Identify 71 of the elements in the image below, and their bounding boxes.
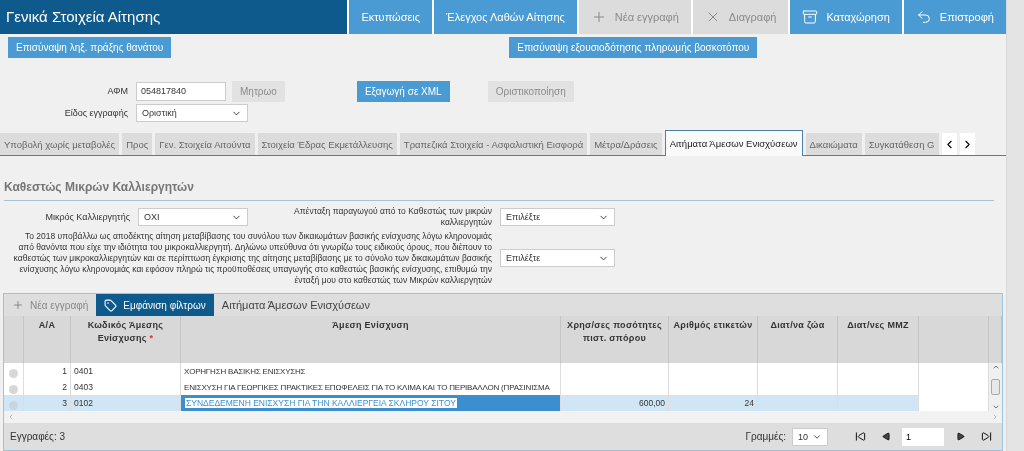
grid-title: Αιτήματα Άμεσων Ενισχύσεων xyxy=(220,299,370,311)
table-cell: ΣΥΝΔΕΔΕΜΕΝΗ ΕΝΙΣΧΥΣΗ ΓΙΑ ΤΗΝ ΚΑΛΛΙΕΡΓΕΙΑ ΣΚΛΗΡΟΥ ΣΙΤΟΥ xyxy=(181,395,561,411)
archive-box-icon xyxy=(802,9,819,25)
table-cell: 0403 xyxy=(71,379,181,395)
page-size-select[interactable]: 10 xyxy=(792,427,828,446)
tab[interactable]: Συγκατάθεση G xyxy=(864,133,939,155)
tab[interactable]: Τραπεζικά Στοιχεία - Ασφαλιστική Εισφορά xyxy=(399,133,588,155)
toolbar-button[interactable]: Εκτυπώσεις xyxy=(347,0,433,34)
afm-field[interactable]: 054817840 xyxy=(136,81,226,101)
tab[interactable]: Μέτρα/Δράσεις xyxy=(590,133,662,155)
column-header: Διατ/να ζώα xyxy=(758,316,838,363)
table-cell xyxy=(919,395,989,411)
page-scrollbar[interactable] xyxy=(1006,0,1024,451)
page-field[interactable]: 1 xyxy=(902,427,944,446)
triangle-left-icon xyxy=(881,432,891,441)
small-farmer-select[interactable]: ΟΧΙ xyxy=(138,208,248,226)
show-filters-button[interactable]: Εμφάνιση φίλτρων xyxy=(96,294,214,316)
return-arrow-icon xyxy=(915,9,932,25)
tab[interactable]: Στοιχεία Έδρας Εκμετάλλευσης xyxy=(257,133,397,155)
chevron-left-icon xyxy=(7,413,15,421)
tab[interactable]: Προς xyxy=(122,133,153,155)
column-header: Α/Α xyxy=(24,316,71,363)
column-header: Χρησ/σες ποσότητες πιστ. σπόρου xyxy=(561,316,669,363)
table-cell: 24 xyxy=(669,395,758,411)
declaration-text: Το 2018 υποβάλλω ως αποδέκτης αίτηση μεταβίβασης του συνόλου των δικαιωμάτων βασικής ενίσχυσης λόγω κληρονομιάς από θανόντα που είχε την ιδιότητα του μικροκαλλιεργητή. Δηλώνω υπεύθυνα ότι γνωρίζω τους ειδικούς όρους, που διέπουν το καθεστώς των μικροκαλλιεργητών και σε περίπτωση έγκρισης της αίτησης μεταβίβασης με το σύνολο των δικαιωμάτων βασικής ενίσχυσης λόγω κληρονομιάς και εφόσον πληρώ τις προϋποθέσεις υπαγωγής στο καθεστώς βασικής ενίσχυσης, επιθυμώ την ένταξή μου στο καθεστώς των Μικρών καλλιεργητών xyxy=(12,230,493,286)
field-label: Απένταξη παραγωγού από το Καθεστώς των μικρών καλλιεργητών xyxy=(293,206,493,228)
field-label: Είδος εγγραφής xyxy=(63,108,129,118)
attach-button[interactable]: Επισύναψη εξουσιοδότησης πληρωμής βοσκοτόπου xyxy=(509,36,758,58)
tab[interactable]: Γεν. Στοιχεία Αιτούντα xyxy=(155,133,255,155)
tab[interactable]: Υποβολή χωρίς μεταβολές xyxy=(0,133,120,155)
export-xml-button[interactable]: Εξαγωγή σε XML xyxy=(356,80,450,102)
table-cell xyxy=(919,363,989,379)
table-cell: 1 xyxy=(24,363,71,379)
page-title: Γενικά Στοιχεία Αίτησης xyxy=(5,7,162,27)
first-page-icon xyxy=(854,431,866,442)
field-label: ΑΦΜ xyxy=(106,86,129,96)
plus-icon xyxy=(12,299,24,311)
column-header: Κωδικός Άμεσης Ενίσχυσης * xyxy=(71,316,181,363)
tab[interactable]: Αιτήματα Άμεσων Ενισχύσεων xyxy=(664,130,803,156)
table-cell: 3 xyxy=(24,395,71,411)
record-count: Εγγραφές: 3 xyxy=(10,431,67,442)
field-label: Μικρός Καλλιεργητής xyxy=(44,212,131,222)
rows-label: Γραμμές: xyxy=(745,431,786,442)
save-button[interactable]: Καταχώρηση xyxy=(788,0,902,34)
attach-button[interactable]: Επισύναψη ληξ. πράξης θανάτου xyxy=(8,36,172,58)
chevron-up-icon xyxy=(991,363,1000,371)
triangle-right-icon xyxy=(955,432,965,441)
section-title: Καθεστώς Μικρών Καλλιεργητών xyxy=(4,180,994,201)
declaration-select[interactable]: Επιλέξτε xyxy=(500,249,615,267)
table-cell: 0401 xyxy=(71,363,181,379)
table-cell: 0102 xyxy=(71,395,181,411)
exclusion-select[interactable]: Επιλέξτε xyxy=(500,208,615,226)
tag-icon xyxy=(104,298,118,312)
chevron-down-icon xyxy=(991,403,1000,411)
scroll-left-button[interactable] xyxy=(941,133,957,155)
toolbar-button[interactable]: Έλεγχος Λαθών Αίτησης xyxy=(432,0,577,34)
tab[interactable]: Δικαιώματα xyxy=(805,133,862,155)
record-type-select[interactable]: Οριστική xyxy=(136,104,248,122)
back-button[interactable]: Επιστροφή xyxy=(901,0,1006,34)
table-cell: ΕΝΙΣΧΥΣΗ ΓΙΑ ΓΕΩΡΓΙΚΕΣ ΠΡΑΚΤΙΚΕΣ ΕΠΩΦΕΛΕΙΣ ΓΙΑ ΤΟ ΚΛΙΜΑ ΚΑΙ ΤΟ ΠΕΡΙΒΑΛΛΟΝ (ΠΡΑΣΙΝΙΣΜΑ xyxy=(181,379,561,395)
column-header: Άμεση Ενίσχυση xyxy=(181,316,561,363)
vertical-scrollbar[interactable] xyxy=(989,363,1002,411)
last-page-icon xyxy=(980,431,992,442)
table-cell: 2 xyxy=(24,379,71,395)
column-header: Αριθμός ετικετών xyxy=(669,316,758,363)
table-cell: 600,00 xyxy=(561,395,669,411)
chevron-right-icon xyxy=(991,413,999,421)
column-header: Διατ/νες ΜΜΖ xyxy=(838,316,919,363)
required-asterisk: * xyxy=(149,333,154,343)
scroll-right-button[interactable] xyxy=(959,133,975,155)
table-cell: ΧΟΡΗΓΗΣΗ ΒΑΣΙΚΗΣ ΕΝΙΣΧΥΣΗΣ xyxy=(181,363,561,379)
